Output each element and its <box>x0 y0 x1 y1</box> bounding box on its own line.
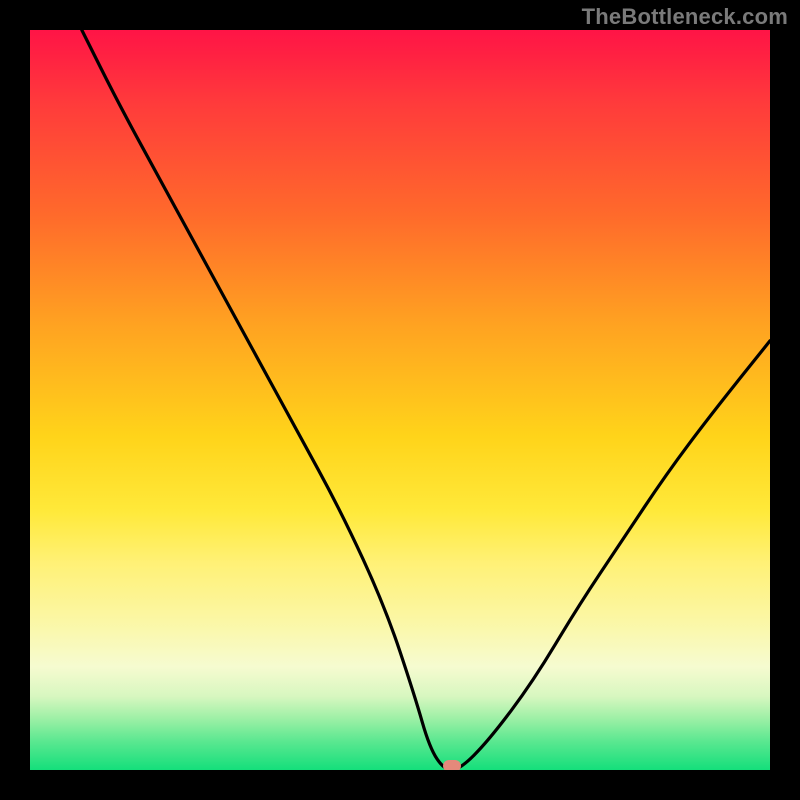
optimal-point-marker <box>443 760 461 770</box>
chart-frame: TheBottleneck.com <box>0 0 800 800</box>
bottleneck-curve <box>30 30 770 770</box>
plot-area <box>30 30 770 770</box>
watermark-text: TheBottleneck.com <box>582 4 788 30</box>
